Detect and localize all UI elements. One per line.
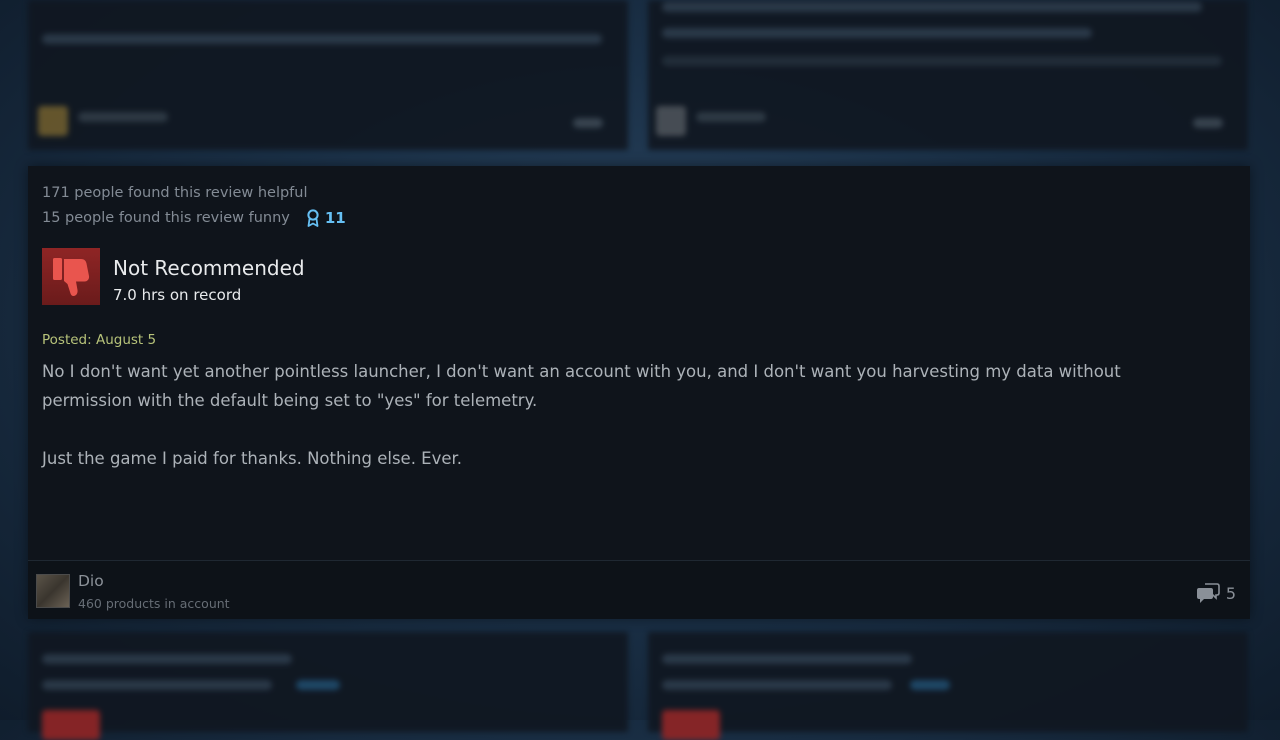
author-name[interactable]: Dio — [78, 572, 104, 590]
award-ribbon-icon — [307, 209, 319, 227]
review-body: No I don't want yet another pointless la… — [42, 357, 1192, 502]
posted-date: Posted: August 5 — [42, 332, 157, 348]
review-card: 171 people found this review helpful 15 … — [28, 166, 1250, 619]
avatar[interactable] — [36, 574, 70, 608]
funny-row: 15 people found this review funny 11 — [42, 208, 346, 228]
background-review-card-top-left — [28, 0, 628, 150]
helpful-count-text: 171 people found this review helpful — [42, 185, 308, 201]
comment-count: 5 — [1225, 583, 1236, 603]
hours-on-record: 7.0 hrs on record — [113, 286, 242, 304]
review-paragraph: Just the game I paid for thanks. Nothing… — [42, 449, 463, 468]
recommendation-title[interactable]: Not Recommended — [113, 256, 305, 280]
thumbs-down-badge — [42, 248, 100, 305]
funny-count-text: 15 people found this review funny — [42, 210, 290, 226]
award-count: 11 — [324, 209, 346, 227]
comments-button[interactable]: 5 — [1196, 582, 1236, 604]
background-review-card-bottom-right — [648, 632, 1248, 740]
thumbs-down-icon — [53, 257, 90, 296]
review-footer: Dio 460 products in account 5 — [28, 560, 1250, 619]
background-review-card-bottom-left — [28, 632, 628, 740]
background-review-card-top-right — [648, 0, 1248, 150]
comment-bubbles-icon — [1196, 583, 1220, 603]
award-badge[interactable]: 11 — [306, 208, 346, 228]
review-paragraph: No I don't want yet another pointless la… — [42, 362, 1121, 410]
author-products: 460 products in account — [78, 596, 230, 611]
